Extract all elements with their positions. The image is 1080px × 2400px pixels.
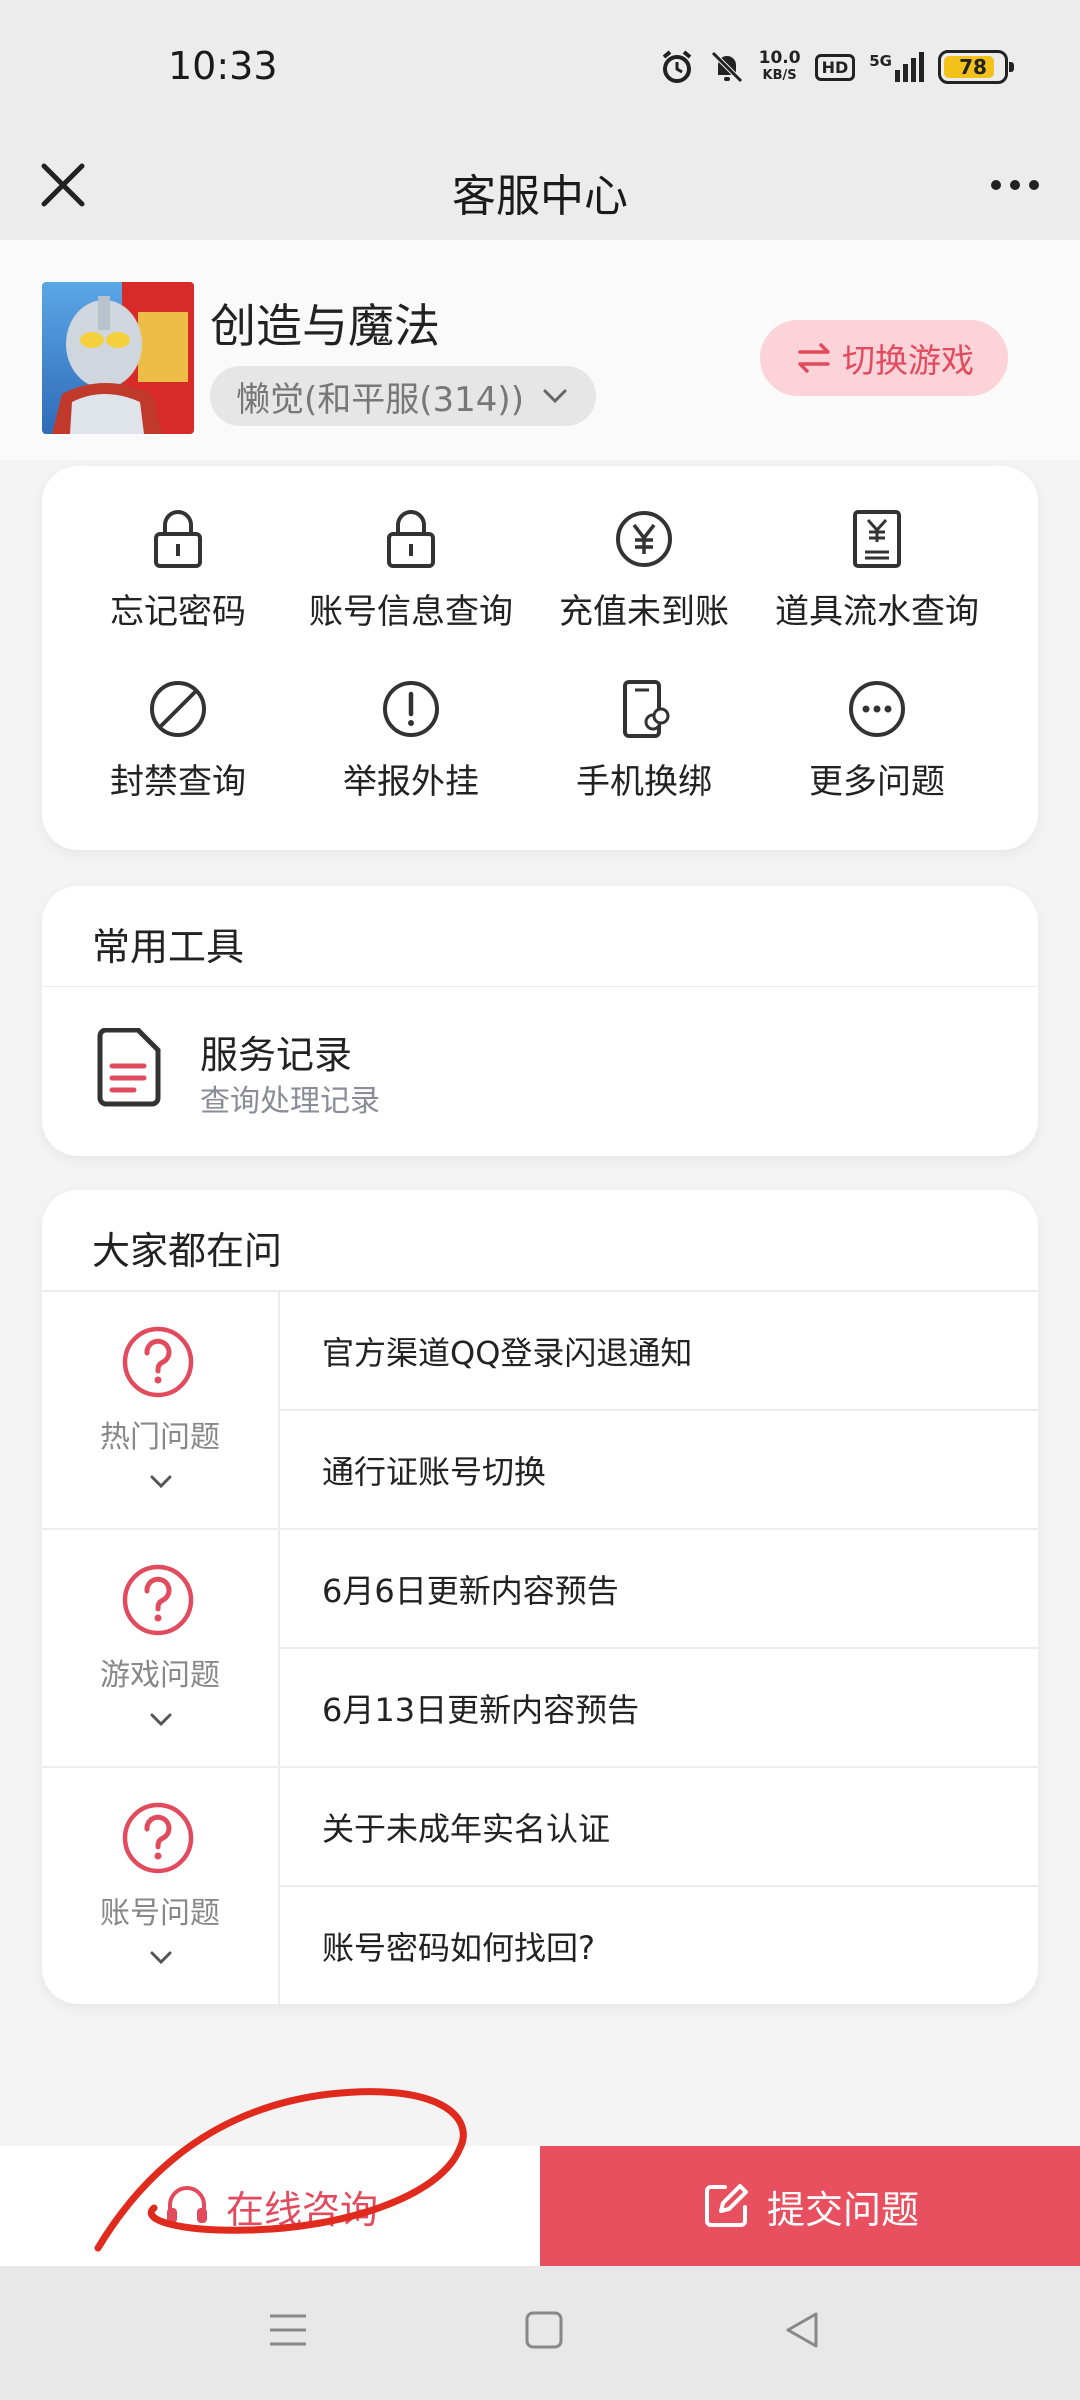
signal-label: 5G [869, 52, 892, 70]
submit-question-label: 提交问题 [766, 2187, 919, 2232]
alert-icon [383, 681, 439, 737]
more-icon[interactable] [980, 150, 1050, 220]
quick-action-phone-rebind[interactable]: 手机换绑 [524, 678, 764, 803]
status-bar: 10:33 10.0 KB/S HD 5G 78 [0, 0, 1080, 130]
ban-icon [150, 681, 206, 737]
chevron-down-icon [150, 1951, 172, 1965]
chevron-down-icon [543, 389, 567, 404]
signal-icon: 5G [869, 52, 924, 82]
quick-action-label: 封禁查询 [110, 762, 246, 802]
faq-title: 大家都在问 [92, 1229, 283, 1273]
switch-game-label: 切换游戏 [842, 341, 974, 380]
quick-action-label: 忘记密码 [110, 592, 246, 632]
back-icon[interactable] [780, 2308, 824, 2352]
net-speed: 10.0 KB/S [759, 50, 801, 84]
mute-bell-icon [710, 51, 743, 83]
faq-question[interactable]: 通行证账号切换 [280, 1409, 1038, 1528]
faq-category-game[interactable]: 游戏问题 [42, 1528, 280, 1766]
quick-action-account-info[interactable]: 账号信息查询 [291, 508, 531, 633]
quick-action-label: 充值未到账 [559, 592, 729, 632]
server-label: 懒觉(和平服(314)) [236, 379, 524, 420]
quick-action-recharge[interactable]: 充值未到账 [524, 508, 764, 633]
submit-question-button[interactable]: 提交问题 [540, 2146, 1080, 2266]
quick-action-forgot-password[interactable]: 忘记密码 [58, 508, 298, 633]
server-selector[interactable]: 懒觉(和平服(314)) [210, 366, 596, 426]
net-speed-unit: KB/S [762, 68, 797, 83]
faq-question[interactable]: 账号密码如何找回? [280, 1885, 1038, 2004]
content-area: 创造与魔法 懒觉(和平服(314)) 切换游戏 忘记密码 账号信息查询 充值未到… [0, 240, 1080, 2146]
status-time: 10:33 [168, 44, 278, 88]
document-icon [97, 1028, 161, 1107]
quick-actions-card: 忘记密码 账号信息查询 充值未到账 道具流水查询 封禁查询 举报外挂 手机换绑 … [42, 466, 1038, 850]
phone-link-icon [623, 680, 670, 738]
question-icon [122, 1326, 194, 1398]
faq-category-account[interactable]: 账号问题 [42, 1766, 280, 2004]
headset-icon [166, 2186, 207, 2223]
lock-icon [154, 510, 202, 568]
tools-title: 常用工具 [92, 925, 245, 969]
home-icon[interactable] [522, 2308, 566, 2352]
online-consult-label: 在线咨询 [225, 2187, 378, 2232]
faq-question[interactable]: 官方渠道QQ登录闪退通知 [280, 1290, 1038, 1409]
net-speed-value: 10.0 [758, 48, 801, 68]
nav-bar: 客服中心 [0, 130, 1080, 240]
game-name: 创造与魔法 [210, 299, 440, 353]
battery-level: 78 [959, 55, 987, 79]
quick-action-label: 举报外挂 [343, 762, 479, 802]
quick-action-label: 道具流水查询 [775, 592, 979, 632]
status-icons: 10.0 KB/S HD 5G 78 [659, 44, 1014, 90]
bottom-action-bar: 在线咨询 提交问题 [0, 2146, 1080, 2266]
edit-icon [704, 2184, 748, 2227]
faq-question[interactable]: 6月6日更新内容预告 [280, 1528, 1038, 1647]
swap-icon [798, 343, 830, 373]
faq-category-label: 热门问题 [100, 1420, 220, 1455]
alarm-icon [662, 50, 691, 83]
game-header: 创造与魔法 懒觉(和平服(314)) 切换游戏 [0, 240, 1080, 460]
service-record-item[interactable]: 服务记录 查询处理记录 [42, 987, 1038, 1156]
faq-question[interactable]: 6月13日更新内容预告 [280, 1647, 1038, 1766]
quick-action-ban-check[interactable]: 封禁查询 [58, 678, 298, 803]
menu-icon[interactable] [266, 2308, 310, 2352]
more-circle-icon [849, 681, 905, 737]
quick-action-label: 账号信息查询 [309, 592, 513, 632]
switch-game-button[interactable]: 切换游戏 [760, 320, 1008, 396]
battery-icon: 78 [938, 50, 1014, 84]
system-nav-bar [0, 2266, 1080, 2400]
faq-category-label: 账号问题 [100, 1896, 220, 1931]
tool-subtitle: 查询处理记录 [200, 1084, 380, 1119]
tools-card: 常用工具 服务记录 查询处理记录 [42, 886, 1038, 1156]
quick-action-item-log[interactable]: 道具流水查询 [757, 508, 997, 633]
yen-icon [616, 511, 672, 567]
quick-action-label: 手机换绑 [576, 762, 712, 802]
lock-icon [387, 510, 435, 568]
hd-badge: HD [814, 53, 856, 81]
receipt-icon [853, 510, 901, 568]
faq-category-hot[interactable]: 热门问题 [42, 1290, 280, 1528]
faq-card: 大家都在问 热门问题 官方渠道QQ登录闪退通知 通行证账号切换 游戏问题 6月6… [42, 1190, 1038, 2004]
quick-action-report-cheat[interactable]: 举报外挂 [291, 678, 531, 803]
chevron-down-icon [150, 1475, 172, 1489]
faq-question[interactable]: 关于未成年实名认证 [280, 1766, 1038, 1885]
question-icon [122, 1564, 194, 1636]
online-consult-button[interactable]: 在线咨询 [0, 2146, 540, 2266]
quick-action-label: 更多问题 [809, 762, 945, 802]
game-thumbnail [42, 282, 194, 434]
quick-action-more[interactable]: 更多问题 [757, 678, 997, 803]
tool-name: 服务记录 [200, 1033, 353, 1077]
question-icon [122, 1802, 194, 1874]
page-title: 客服中心 [452, 171, 628, 222]
chevron-down-icon [150, 1713, 172, 1727]
faq-category-label: 游戏问题 [100, 1658, 220, 1693]
